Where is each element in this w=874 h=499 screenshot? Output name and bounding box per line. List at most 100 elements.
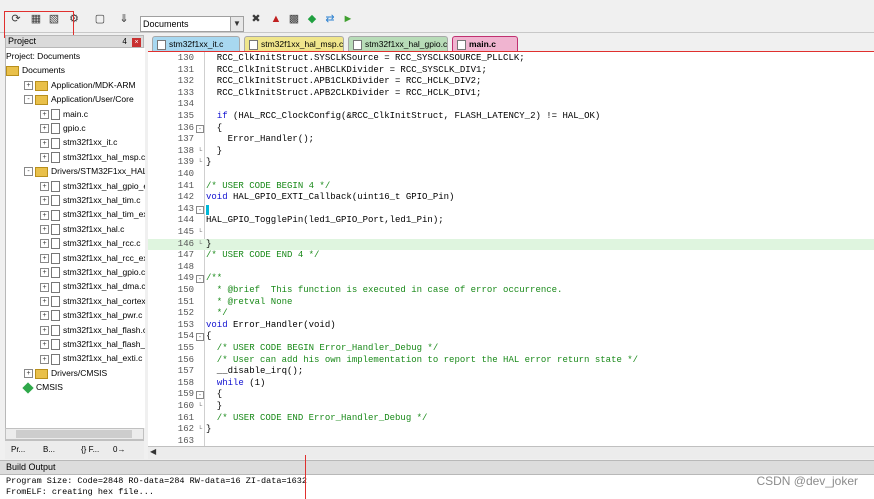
fold-toggle-icon[interactable]: - <box>196 275 204 284</box>
tree-item[interactable]: + stm32f1xx_hal.c <box>40 222 124 236</box>
expand-toggle-icon[interactable]: + <box>40 109 49 119</box>
code-line[interactable]: 161 /* USER CODE END Error_Handler_Debug… <box>148 413 874 425</box>
code-line[interactable]: 133 RCC_ClkInitStruct.APB2CLKDivider = R… <box>148 88 874 100</box>
tree-item[interactable]: + stm32f1xx_hal_rcc.c <box>40 236 140 250</box>
expand-toggle-icon[interactable]: + <box>40 311 49 321</box>
code-line[interactable]: 153 void Error_Handler(void) <box>148 320 874 332</box>
tree-item[interactable]: + stm32f1xx_hal_gpio.c <box>40 265 145 279</box>
code-line[interactable]: 145 └ <box>148 227 874 239</box>
code-line[interactable]: 130 RCC_ClkInitStruct.SYSCLKSource = RCC… <box>148 53 874 65</box>
code-line[interactable]: 151 * @retval None <box>148 297 874 309</box>
bug-icon[interactable]: ► <box>340 11 356 27</box>
panel-tab[interactable]: Pr... <box>9 443 27 457</box>
code-line[interactable]: 131 RCC_ClkInitStruct.AHBCLKDivider = RC… <box>148 65 874 77</box>
fold-toggle-icon[interactable]: - <box>196 333 204 342</box>
stop-build-icon[interactable]: ▢ <box>92 11 108 27</box>
expand-toggle-icon[interactable]: + <box>24 369 33 379</box>
pin-icon[interactable]: 4 <box>122 37 126 46</box>
tree-item[interactable]: - Application/User/Core <box>24 92 134 106</box>
expand-toggle-icon[interactable]: + <box>40 325 49 335</box>
tree-item[interactable]: + Application/MDK-ARM <box>24 78 136 92</box>
tree-item[interactable]: Project: Documents <box>6 49 80 63</box>
expand-toggle-icon[interactable]: + <box>40 253 49 263</box>
tree-item[interactable]: + stm32f1xx_hal_dma.c <box>40 279 145 293</box>
code-line[interactable]: 140 <box>148 169 874 181</box>
tree-item[interactable]: + stm32f1xx_hal_pwr.c <box>40 308 142 322</box>
code-line[interactable]: 142 void HAL_GPIO_EXTI_Callback(uint16_t … <box>148 192 874 204</box>
expand-toggle-icon[interactable]: + <box>24 81 33 91</box>
tree-item[interactable]: + gpio.c <box>40 121 86 135</box>
copy-icon[interactable]: ▩ <box>286 11 302 27</box>
chevron-down-icon[interactable]: ▼ <box>230 17 243 31</box>
tree-item[interactable]: + stm32f1xx_hal_flash.c <box>40 323 145 337</box>
code-line[interactable]: 134 <box>148 99 874 111</box>
code-line[interactable]: 141 /* USER CODE BEGIN 4 */ <box>148 181 874 193</box>
code-line[interactable]: 138 └ } <box>148 146 874 158</box>
editor-tab[interactable]: stm32f1xx_hal_gpio.c <box>348 36 448 51</box>
tree-item[interactable]: - Drivers/STM32F1xx_HAL_Driv <box>24 164 145 178</box>
tree-item[interactable]: + stm32f1xx_hal_gpio_ex.c <box>40 179 145 193</box>
code-line[interactable]: 139 └} <box>148 157 874 169</box>
editor-tab[interactable]: stm32f1xx_hal_msp.c <box>244 36 344 51</box>
code-line[interactable]: 160 └ } <box>148 401 874 413</box>
tree-item[interactable]: Documents <box>6 63 65 77</box>
panel-tab[interactable]: {} F... <box>79 443 101 457</box>
tree-item[interactable]: + stm32f1xx_hal_exti.c <box>40 351 142 365</box>
code-line[interactable]: 135 if (HAL_RCC_ClockConfig(&RCC_ClkInit… <box>148 111 874 123</box>
expand-toggle-icon[interactable]: + <box>40 138 49 148</box>
code-line[interactable]: 137 Error_Handler(); <box>148 134 874 146</box>
expand-toggle-icon[interactable]: + <box>40 210 49 220</box>
editor-tab[interactable]: stm32f1xx_it.c <box>152 36 240 51</box>
arrows-icon[interactable]: ⇄ <box>322 11 338 27</box>
code-line[interactable]: 148 <box>148 262 874 274</box>
code-line[interactable]: 147 /* USER CODE END 4 */ <box>148 250 874 262</box>
expand-toggle-icon[interactable]: + <box>40 354 49 364</box>
code-line[interactable]: 157 __disable_irq(); <box>148 366 874 378</box>
panel-tab[interactable]: 0→ Te... <box>111 443 144 468</box>
tree-item[interactable]: + stm32f1xx_hal_tim_ex.c <box>40 207 145 221</box>
fold-toggle-icon[interactable]: - <box>196 124 204 134</box>
expand-toggle-icon[interactable]: + <box>40 268 49 278</box>
code-line[interactable]: 150 * @brief This function is executed i… <box>148 285 874 297</box>
tree-item[interactable]: + main.c <box>40 107 88 121</box>
chevron-left-icon[interactable]: ◀ <box>150 447 156 456</box>
code-line[interactable]: 154-{ <box>148 331 874 343</box>
tree-item[interactable]: + stm32f1xx_hal_tim.c <box>40 193 140 207</box>
code-line[interactable]: 163 <box>148 436 874 446</box>
tree-item[interactable]: CMSIS <box>22 380 63 394</box>
expand-toggle-icon[interactable]: + <box>40 340 49 350</box>
code-line[interactable]: 159- { <box>148 389 874 401</box>
panel-tab[interactable]: B... <box>41 443 57 457</box>
code-line[interactable]: 155 /* USER CODE BEGIN Error_Handler_Deb… <box>148 343 874 355</box>
tree-item[interactable]: + stm32f1xx_hal_cortex.c <box>40 294 145 308</box>
project-hscroll[interactable] <box>5 428 144 440</box>
green-diamond-icon[interactable]: ◆ <box>304 11 320 27</box>
expand-toggle-icon[interactable]: + <box>40 196 49 206</box>
code-line[interactable]: 146 └} <box>148 238 874 251</box>
load-icon[interactable]: ⇓ <box>116 11 132 27</box>
expand-toggle-icon[interactable]: + <box>40 282 49 292</box>
expand-toggle-icon[interactable]: - <box>24 167 33 177</box>
scroll-thumb[interactable] <box>16 430 132 438</box>
tree-item[interactable]: + stm32f1xx_hal_flash_ex.c <box>40 337 145 351</box>
code-line[interactable]: 132 RCC_ClkInitStruct.APB1CLKDivider = R… <box>148 76 874 88</box>
expand-toggle-icon[interactable]: + <box>40 225 49 235</box>
code-line[interactable]: 158 while (1) <box>148 378 874 390</box>
tree-item[interactable]: + Drivers/CMSIS <box>24 366 107 380</box>
editor-tab[interactable]: main.c <box>452 36 518 51</box>
tree-item[interactable]: + stm32f1xx_hal_rcc_ex.c <box>40 251 145 265</box>
expand-toggle-icon[interactable]: + <box>40 239 49 249</box>
code-line[interactable]: 149-/** <box>148 273 874 285</box>
code-editor[interactable]: 130 RCC_ClkInitStruct.SYSCLKSource = RCC… <box>148 52 874 446</box>
code-line[interactable]: 156 /* User can add his own implementati… <box>148 355 874 367</box>
manage-icon[interactable]: ▲ <box>268 11 284 27</box>
code-line[interactable]: 136- { <box>148 123 874 135</box>
tree-item[interactable]: + stm32f1xx_hal_msp.c <box>40 150 145 164</box>
code-line[interactable]: 143- <box>148 204 874 216</box>
expand-toggle-icon[interactable]: - <box>24 95 33 105</box>
tree-item[interactable]: + stm32f1xx_it.c <box>40 135 117 149</box>
code-line[interactable]: 152 */ <box>148 308 874 320</box>
expand-toggle-icon[interactable]: + <box>40 124 49 134</box>
expand-toggle-icon[interactable]: + <box>40 153 49 163</box>
close-icon[interactable]: × <box>132 38 141 47</box>
